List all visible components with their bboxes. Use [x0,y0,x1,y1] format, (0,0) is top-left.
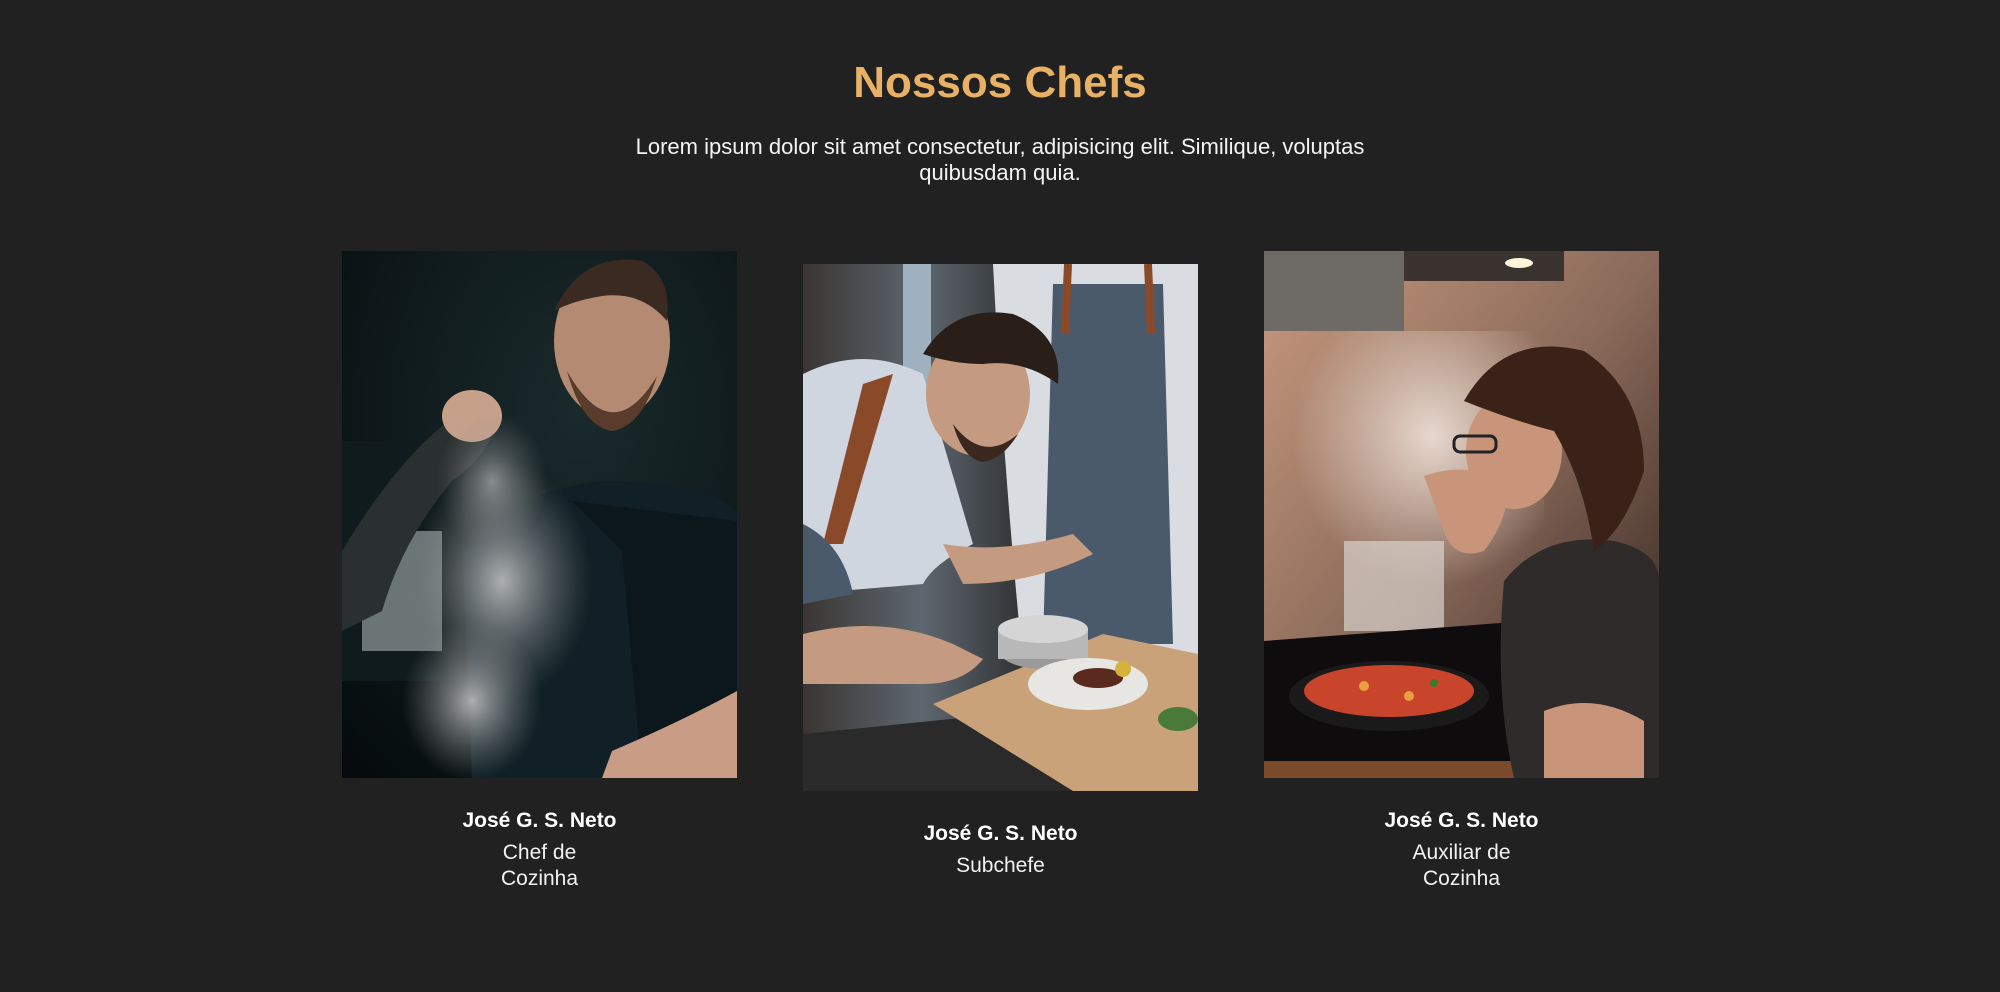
chef-name: José G. S. Neto [1384,809,1539,832]
chef-role-line: Cozinha [1422,867,1501,890]
chef-card: José G. S. Neto Chef de Cozinha [342,251,737,892]
chef-role-line: Cozinha [500,867,579,890]
chef-role-line: Auxiliar de [1412,841,1511,864]
chef-photo [803,264,1198,791]
chef-role: Auxiliar de Cozinha [1264,840,1659,892]
chef-tasting-food-photo [1264,251,1659,778]
chef-seasoning-steam-photo [342,251,737,778]
chef-photo [342,251,737,778]
chef-plating-dish-photo [803,264,1198,791]
chef-card: José G. S. Neto Subchefe [803,264,1198,879]
chefs-section: Nossos Chefs Lorem ipsum dolor sit amet … [0,0,2000,992]
chef-role-line: Subchefe [956,854,1045,877]
chef-role-line: Chef de [502,841,577,864]
chef-role: Chef de Cozinha [342,840,737,892]
chef-photo [1264,251,1659,778]
chef-role: Subchefe [803,853,1198,879]
chef-name: José G. S. Neto [923,822,1078,845]
chef-card: José G. S. Neto Auxiliar de Cozinha [1264,251,1659,892]
section-subtitle: Lorem ipsum dolor sit amet consectetur, … [635,134,1365,185]
section-title: Nossos Chefs [853,58,1147,107]
chef-name: José G. S. Neto [462,809,617,832]
